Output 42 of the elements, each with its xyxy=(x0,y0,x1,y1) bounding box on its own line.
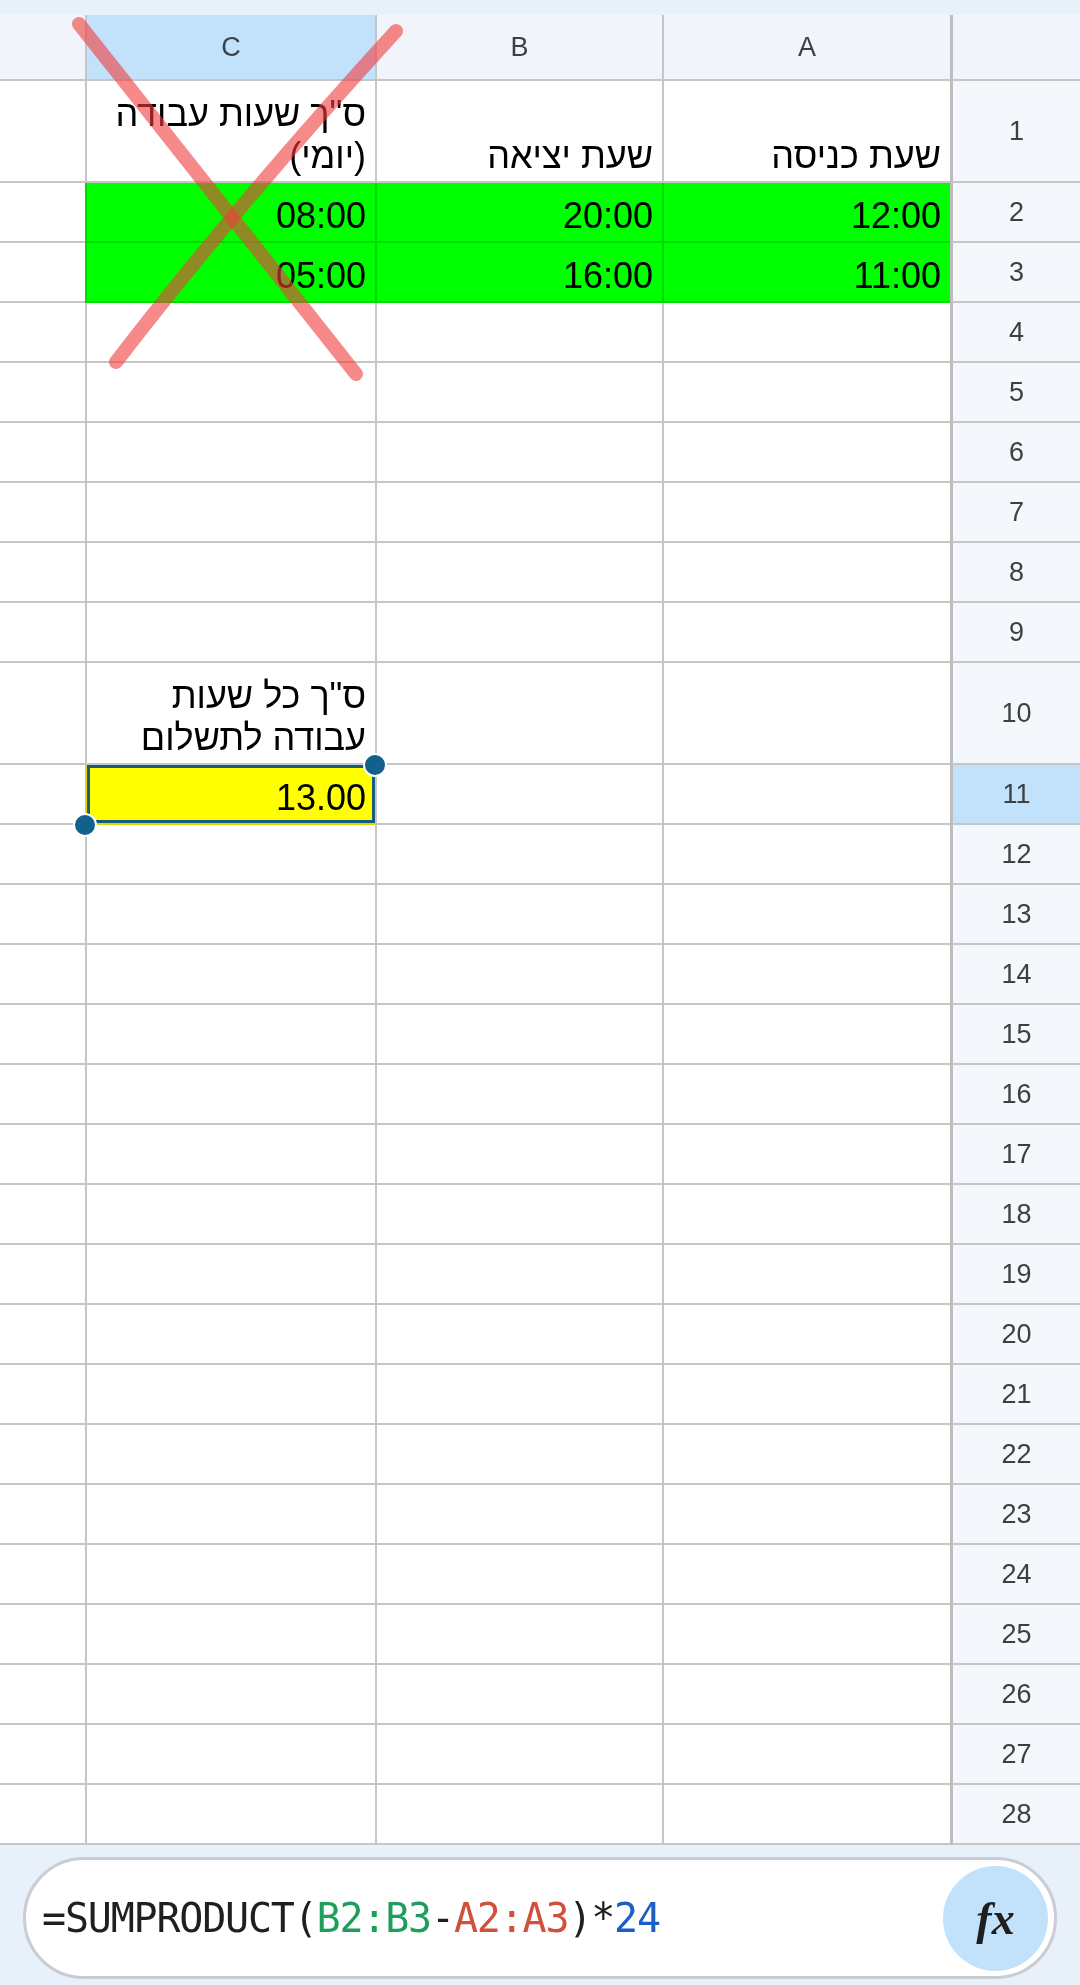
row-header[interactable]: 14 xyxy=(950,945,1080,1005)
column-header[interactable]: C xyxy=(85,15,375,81)
table-cell: ס"ך שעות עבודה (יומי) xyxy=(85,81,375,183)
row-header[interactable]: 26 xyxy=(950,1665,1080,1725)
selected-cell: 13.00 xyxy=(85,765,375,825)
table-cell: 20:00 xyxy=(375,183,662,243)
row-header[interactable]: 24 xyxy=(950,1545,1080,1605)
selection-handle[interactable] xyxy=(73,813,97,837)
row-header[interactable]: 25 xyxy=(950,1605,1080,1665)
row-header[interactable]: 7 xyxy=(950,483,1080,543)
table-cell: שעת כניסה xyxy=(662,81,950,183)
row-header[interactable]: 15 xyxy=(950,1005,1080,1065)
row-header[interactable]: 27 xyxy=(950,1725,1080,1785)
formula-field[interactable]: =SUMPRODUCT(B2:B3-A2:A3)*24 fx xyxy=(23,1857,1057,1979)
row-header[interactable]: 13 xyxy=(950,885,1080,945)
formula-text: =SUMPRODUCT(B2:B3-A2:A3)*24 xyxy=(42,1895,660,1941)
row-header[interactable]: 6 xyxy=(950,423,1080,483)
row-header[interactable]: 22 xyxy=(950,1425,1080,1485)
row-header[interactable]: 11 xyxy=(950,765,1080,825)
table-cell: 08:00 xyxy=(85,183,375,243)
table-cell: 12:00 xyxy=(662,183,950,243)
row-header[interactable]: 23 xyxy=(950,1485,1080,1545)
row-header[interactable]: 9 xyxy=(950,603,1080,663)
row-header[interactable]: 21 xyxy=(950,1365,1080,1425)
row-header[interactable]: 1 xyxy=(950,81,1080,183)
row-header[interactable]: 17 xyxy=(950,1125,1080,1185)
row-header[interactable]: 3 xyxy=(950,243,1080,303)
row-header[interactable]: 20 xyxy=(950,1305,1080,1365)
row-header[interactable]: 5 xyxy=(950,363,1080,423)
table-cell: 16:00 xyxy=(375,243,662,303)
function-button[interactable]: fx xyxy=(943,1865,1048,1971)
table-cell: 11:00 xyxy=(662,243,950,303)
table-cell: שעת יציאה xyxy=(375,81,662,183)
row-header[interactable]: 18 xyxy=(950,1185,1080,1245)
row-header[interactable]: 2 xyxy=(950,183,1080,243)
row-header[interactable]: 8 xyxy=(950,543,1080,603)
row-header[interactable]: 4 xyxy=(950,303,1080,363)
row-header[interactable]: 28 xyxy=(950,1785,1080,1845)
row-header[interactable]: 19 xyxy=(950,1245,1080,1305)
row-header[interactable]: 16 xyxy=(950,1065,1080,1125)
row-header[interactable]: 10 xyxy=(950,663,1080,765)
row-header[interactable]: 12 xyxy=(950,825,1080,885)
